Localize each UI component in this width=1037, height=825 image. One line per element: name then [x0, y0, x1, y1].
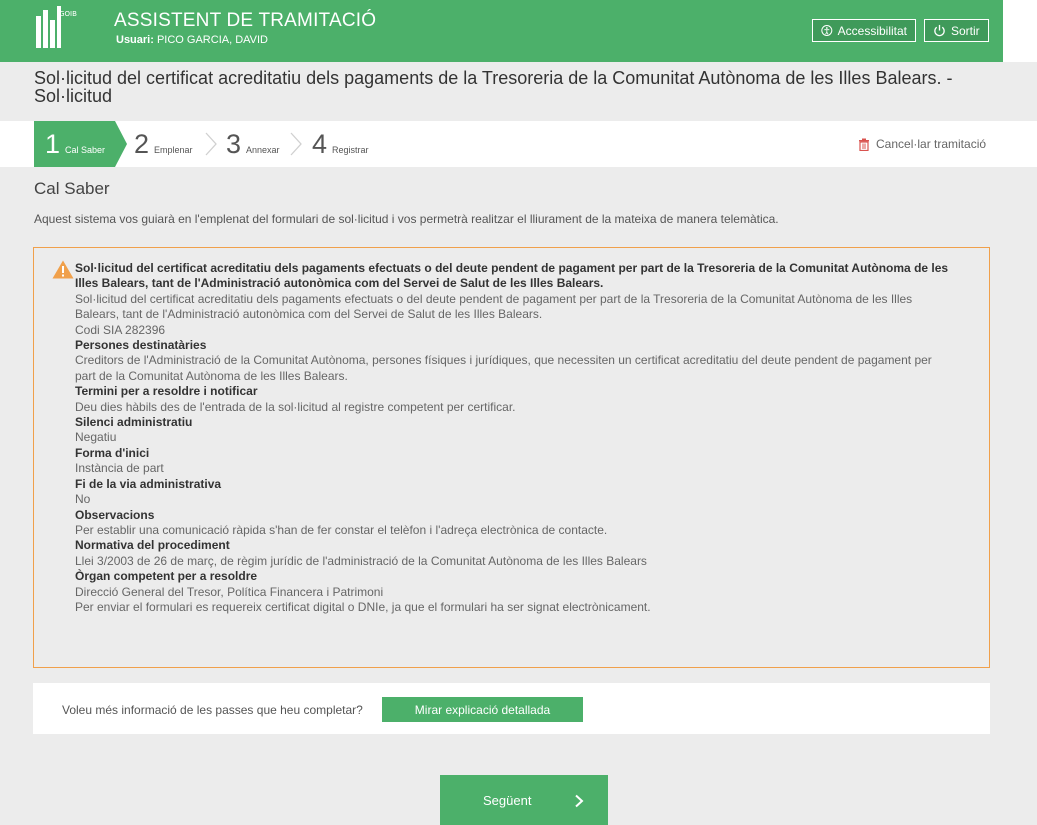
info-section-title: Forma d'inici: [75, 445, 150, 460]
info-section-title: Observacions: [75, 507, 155, 522]
exit-label: Sortir: [951, 23, 980, 38]
step-label: Cal Saber: [65, 145, 106, 155]
step-number: 2: [134, 128, 150, 159]
info-section-text: Instància de part: [75, 461, 164, 476]
trash-icon: [859, 138, 869, 151]
cancel-label: Cancel·lar tramitació: [876, 137, 987, 151]
step-label: Registrar: [332, 145, 369, 155]
step-number: 3: [226, 128, 242, 159]
info-section-title: Fi de la via administrativa: [75, 476, 222, 491]
info-content: Sol·licitud del certificat acreditatiu d…: [75, 261, 955, 615]
info-section-title: Termini per a resoldre i notificar: [75, 384, 258, 399]
step-1[interactable]: 1 Cal Saber: [34, 121, 127, 167]
detailed-explanation-button[interactable]: Mirar explicació detallada: [382, 697, 583, 722]
chevron-right-icon: [290, 132, 302, 156]
info-box: Sol·licitud del certificat acreditatiu d…: [33, 247, 990, 668]
info-section-text: Direcció General del Tresor, Política Fi…: [75, 584, 384, 599]
info-section-title: Òrgan competent per a resoldre: [75, 569, 258, 584]
accessibility-label: Accessibilitat: [837, 23, 907, 38]
logo-letter: GOIB: [59, 10, 77, 18]
goib-logo-icon: GOIB: [36, 6, 77, 48]
app-title: ASSISTENT DE TRAMITACIÓ: [114, 10, 377, 31]
step-number: 1: [45, 128, 61, 159]
page-title: Sol·licitud del certificat acreditatiu d…: [34, 68, 953, 106]
info-section-text: Negatiu: [75, 430, 117, 445]
info-section-text: Llei 3/2003 de 26 de març, de règim jurí…: [75, 553, 647, 568]
warning-icon: [52, 260, 74, 279]
user-name: PICO GARCIA, DAVID: [156, 34, 269, 46]
intro-text: Aquest sistema vos guiarà en l'emplenat …: [34, 212, 779, 226]
more-info-panel: Voleu més informació de les passes que h…: [33, 683, 990, 734]
user-label: Usuari:: [116, 34, 154, 46]
cancel-procedure-button[interactable]: Cancel·lar tramitació: [858, 137, 986, 151]
steps-bar: 1 Cal Saber 2 Emplenar 3 Annexar 4 Regis…: [0, 121, 1037, 167]
user-info: Usuari: PICO GARCIA, DAVID: [116, 34, 268, 46]
section-title: Cal Saber: [34, 179, 110, 198]
info-section-title: Persones destinatàries: [75, 338, 207, 353]
info-section-text: Creditors de l'Administració de la Comun…: [75, 353, 932, 383]
step-4[interactable]: 4 Registrar: [312, 121, 369, 167]
info-section-text: Per establir una comunicació ràpida s'ha…: [75, 522, 608, 537]
top-header: GOIB ASSISTENT DE TRAMITACIÓ Usuari: PIC…: [0, 0, 1037, 62]
more-info-question: Voleu més informació de les passes que h…: [62, 703, 363, 717]
step-2[interactable]: 2 Emplenar: [134, 121, 193, 167]
info-footer: Per enviar el formulari es requereix cer…: [75, 599, 651, 614]
info-heading: Sol·licitud del certificat acreditatiu d…: [75, 261, 949, 291]
step-number: 4: [312, 128, 328, 159]
accessibility-icon: [821, 25, 833, 36]
info-description: Sol·licitud del certificat acreditatiu d…: [75, 291, 913, 322]
info-section-title: Normativa del procediment: [75, 538, 230, 553]
next-button[interactable]: Següent: [440, 775, 608, 825]
info-section-text: Deu dies hàbils des de l'entrada de la s…: [75, 399, 516, 414]
accessibility-button[interactable]: Accessibilitat: [812, 19, 916, 42]
step-3[interactable]: 3 Annexar: [226, 121, 280, 167]
next-label: Següent: [483, 793, 532, 808]
chevron-right-icon: [575, 794, 584, 808]
info-section-title: Silenci administratiu: [75, 415, 193, 430]
exit-button[interactable]: Sortir: [924, 19, 989, 42]
info-code: Codi SIA 282396: [75, 322, 166, 337]
chevron-right-icon: [205, 132, 217, 156]
power-icon: [934, 24, 945, 37]
info-section-text: No: [75, 492, 91, 507]
step-label: Emplenar: [154, 145, 193, 155]
step-label: Annexar: [246, 145, 280, 155]
